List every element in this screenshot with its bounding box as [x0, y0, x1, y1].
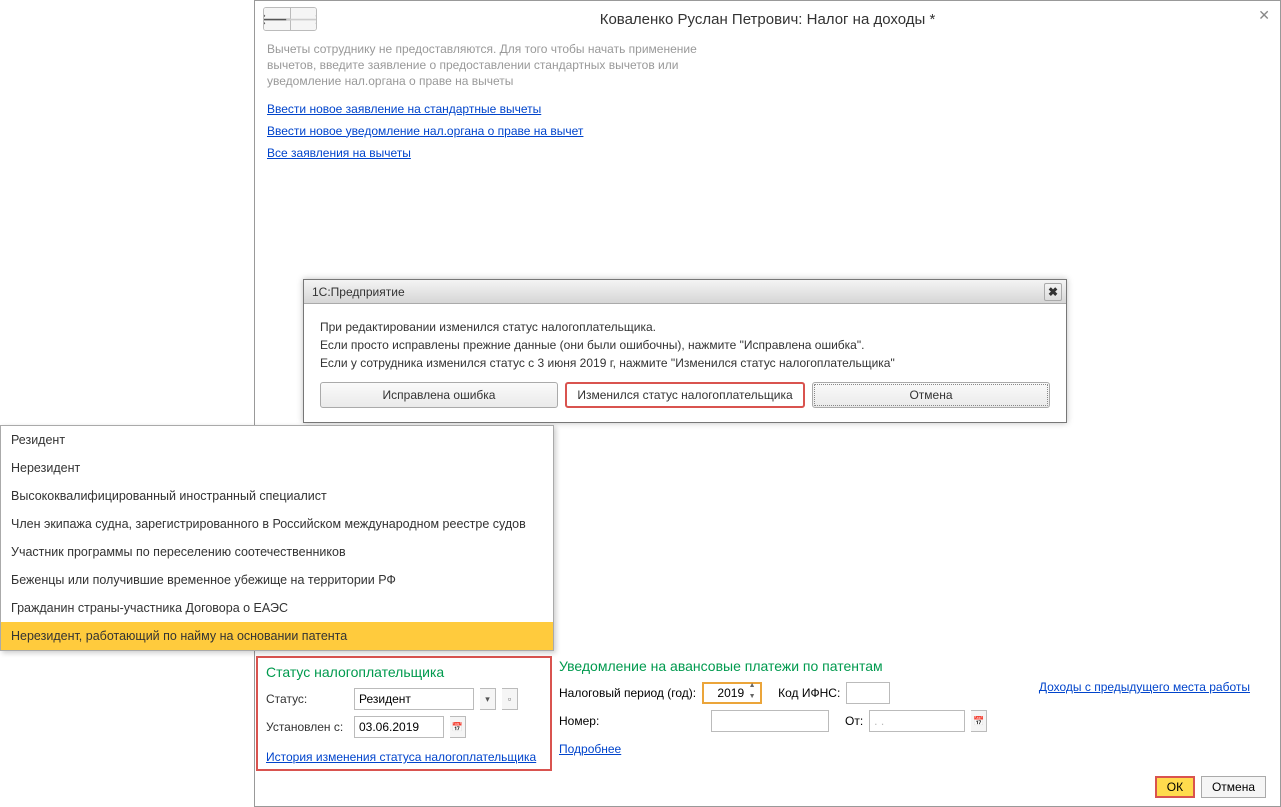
dd-item-eaes-citizen[interactable]: Гражданин страны-участника Договора о ЕА…: [1, 594, 553, 622]
dd-item-nonresident[interactable]: Нерезидент: [1, 454, 553, 482]
dd-item-refugee[interactable]: Беженцы или получившие временное убежище…: [1, 566, 553, 594]
notice-more-link[interactable]: Подробнее: [559, 742, 621, 756]
ok-button[interactable]: ОК: [1155, 776, 1195, 798]
taxpayer-status-box: Статус налогоплательщика Статус: Резиден…: [256, 656, 552, 771]
dialog-btn-cancel[interactable]: Отмена: [812, 382, 1050, 408]
ifns-input[interactable]: [846, 682, 890, 704]
status-label: Статус:: [266, 692, 348, 706]
dialog-btn-status-changed[interactable]: Изменился статус налогоплательщика: [565, 382, 805, 408]
date-calendar-btn[interactable]: 📅: [450, 716, 466, 738]
tax-period-label: Налоговый период (год):: [559, 686, 696, 700]
notice-from-calendar-btn[interactable]: 📅: [971, 710, 987, 732]
forward-button[interactable]: 🡒: [290, 8, 316, 30]
link-new-tax-notice[interactable]: Ввести новое уведомление нал.органа о пр…: [267, 124, 583, 138]
prev-income-link[interactable]: Доходы с предыдущего места работы: [1039, 680, 1250, 694]
status-dropdown-btn[interactable]: ▾: [480, 688, 496, 710]
dd-item-crew-member[interactable]: Член экипажа судна, зарегистрированного …: [1, 510, 553, 538]
year-down-icon[interactable]: ▼: [746, 693, 758, 704]
status-history-link[interactable]: История изменения статуса налогоплательщ…: [266, 750, 536, 764]
cancel-button[interactable]: Отмена: [1201, 776, 1266, 798]
dialog-titlebar: 1С:Предприятие ✖: [304, 280, 1066, 304]
date-set-label: Установлен с:: [266, 720, 348, 734]
dialog-close-button[interactable]: ✖: [1044, 283, 1062, 301]
nav-buttons: 🡐 🡒: [263, 7, 317, 31]
dialog-text-line2: Если просто исправлены прежние данные (о…: [320, 336, 1050, 354]
dialog-title: 1С:Предприятие: [312, 285, 405, 299]
dialog-body: При редактировании изменился статус нало…: [304, 304, 1066, 382]
patent-notice-box: Уведомление на авансовые платежи по пате…: [559, 658, 1059, 760]
topbar: 🡐 🡒 Коваленко Руслан Петрович: Налог на …: [255, 1, 1280, 37]
year-up-icon[interactable]: ▲: [746, 682, 758, 693]
dialog-buttons: Исправлена ошибка Изменился статус налог…: [304, 382, 1066, 422]
dialog-text-line3: Если у сотрудника изменился статус с 3 и…: [320, 354, 1050, 372]
notice-header: Уведомление на авансовые платежи по пате…: [559, 658, 1059, 674]
dialog-btn-error-fixed[interactable]: Исправлена ошибка: [320, 382, 558, 408]
status-header: Статус налогоплательщика: [266, 664, 542, 680]
dd-item-patent-nonresident[interactable]: Нерезидент, работающий по найму на основ…: [1, 622, 553, 650]
dialog-text-line1: При редактировании изменился статус нало…: [320, 318, 1050, 336]
status-input[interactable]: Резидент: [354, 688, 474, 710]
info-block: Вычеты сотруднику не предоставляются. Дл…: [255, 37, 735, 168]
window-title: Коваленко Руслан Петрович: Налог на дохо…: [255, 11, 1280, 28]
notice-from-input[interactable]: . .: [869, 710, 965, 732]
main-window: 🡐 🡒 Коваленко Руслан Петрович: Налог на …: [254, 0, 1281, 807]
status-open-btn[interactable]: ▫: [502, 688, 518, 710]
dd-item-resident[interactable]: Резидент: [1, 426, 553, 454]
link-new-deduction-request[interactable]: Ввести новое заявление на стандартные вы…: [267, 102, 541, 116]
year-spinner[interactable]: ▲ ▼: [746, 682, 758, 704]
confirm-dialog: 1С:Предприятие ✖ При редактировании изме…: [303, 279, 1067, 423]
notice-number-input[interactable]: [711, 710, 829, 732]
dd-item-highly-qualified[interactable]: Высококвалифицированный иностранный спец…: [1, 482, 553, 510]
bottom-panel: Статус налогоплательщика Статус: Резиден…: [255, 658, 1280, 662]
link-all-deduction-requests[interactable]: Все заявления на вычеты: [267, 146, 411, 160]
ifns-label: Код ИФНС:: [778, 686, 840, 700]
info-text: Вычеты сотруднику не предоставляются. Дл…: [267, 41, 723, 90]
dd-item-compatriot-program[interactable]: Участник программы по переселению соотеч…: [1, 538, 553, 566]
notice-number-label: Номер:: [559, 714, 599, 728]
date-set-input[interactable]: 03.06.2019: [354, 716, 444, 738]
tax-period-value: 2019: [717, 686, 744, 700]
status-dropdown-list[interactable]: Резидент Нерезидент Высококвалифицирован…: [0, 425, 554, 651]
footer-buttons: ОК Отмена: [1155, 776, 1266, 798]
tax-period-input[interactable]: 2019 ▲ ▼: [702, 682, 762, 704]
notice-from-label: От:: [845, 714, 863, 728]
close-button[interactable]: ✕: [1258, 7, 1270, 24]
